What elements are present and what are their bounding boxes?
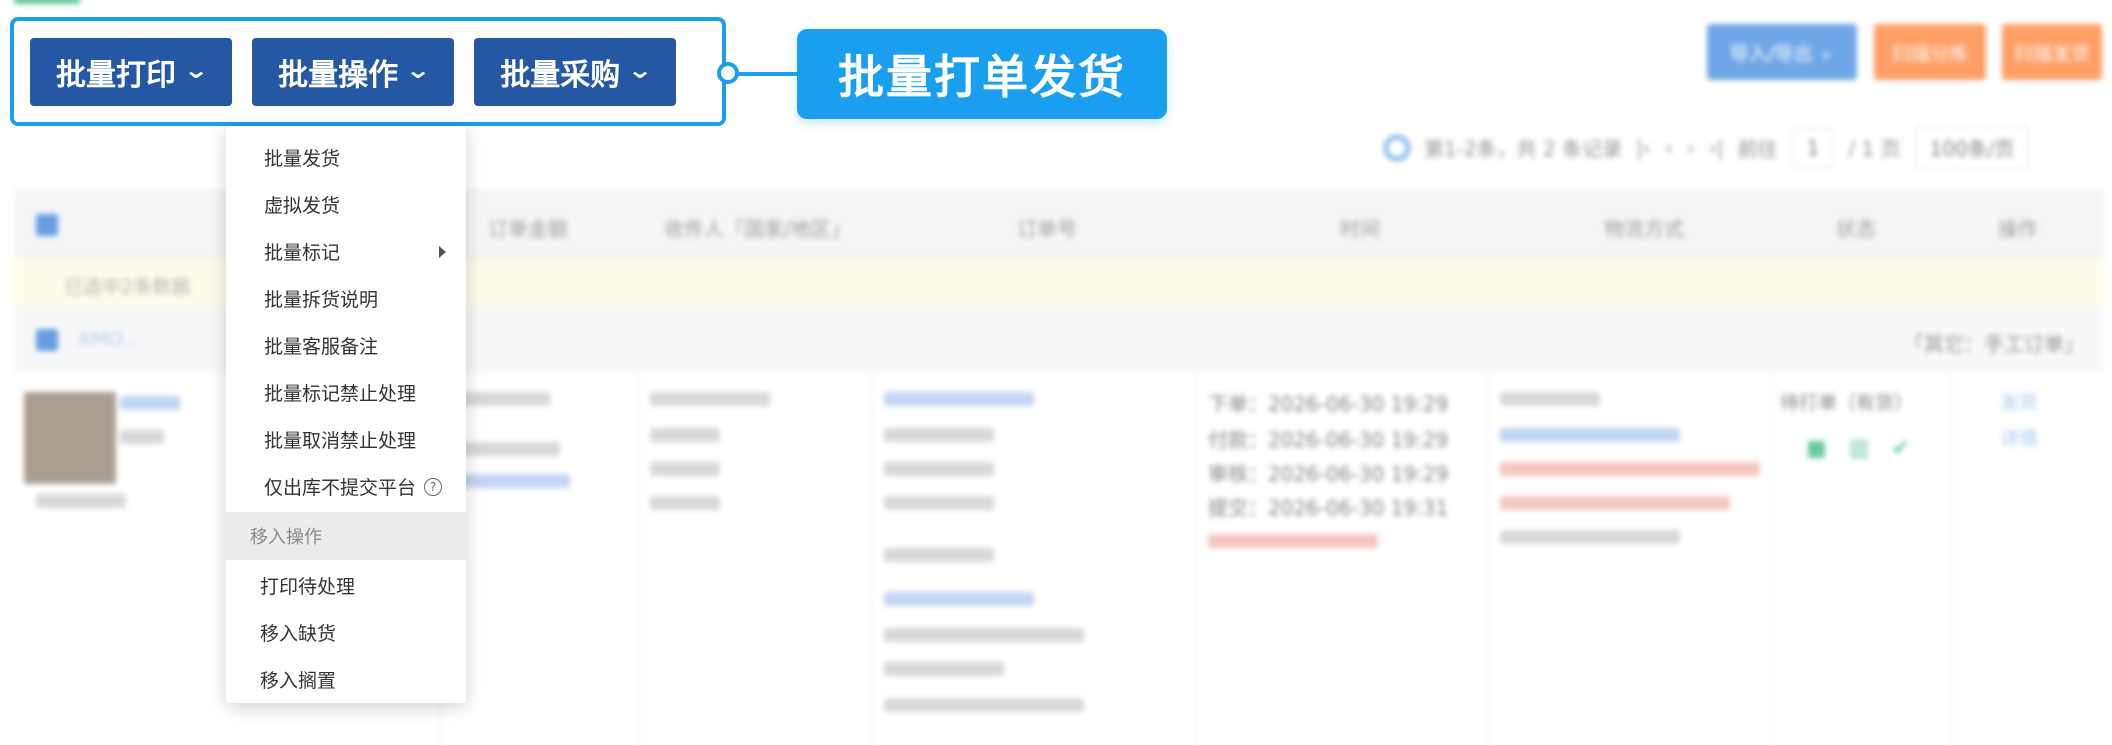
prev-page-icon[interactable]: ‹ [1665,136,1673,160]
last-page-icon[interactable]: ›| [1709,136,1724,160]
pager-summary: 第1-2条，共 2 条记录 [1424,137,1623,161]
batch-print-button[interactable]: 批量打印 ⌄ [30,37,233,106]
selection-notice-text: 已选中2条数据 [64,276,191,298]
batch-purchase-button[interactable]: 批量采购 ⌄ [474,37,677,106]
scan-ship-button[interactable]: 扫描发货 [2002,24,2102,80]
chevron-down-icon: ⌄ [182,55,210,84]
pay-time: 付款：2026-06-30 19:29 [1208,428,1449,452]
chevron-down-icon: ⌄ [405,55,432,84]
settings-gear-icon[interactable] [1384,134,1410,161]
menu-item-label: 批量标记 [264,242,341,264]
menu-item-label: 移入缺货 [260,623,337,645]
col-status: 状态 [1836,217,1876,241]
order-time: 下单：2026-06-30 19:29 [1208,392,1449,416]
batch-print-label: 批量打印 [56,57,176,93]
menu-item-label: 打印待处理 [260,576,356,598]
first-page-icon[interactable]: |‹ [1636,136,1651,160]
batch-ops-label: 批量操作 [278,57,399,93]
menu-item-move-shelve[interactable]: 移入搁置 [226,656,466,703]
batch-toolbar-highlight: 批量打印 ⌄ 批量操作 ⌄ 批量采购 ⌄ [10,17,726,126]
chevron-down-icon: ⌄ [627,55,654,84]
menu-item-label: 移入搁置 [260,670,337,692]
top-left-tab [14,0,80,4]
menu-item-batch-ship[interactable]: 批量发货 [226,134,466,181]
goto-label: 前往 [1737,137,1778,161]
help-icon[interactable]: ? [424,477,443,496]
page-total: / 1 页 [1848,137,1901,161]
row-checkbox[interactable] [36,329,58,351]
product-thumbnail[interactable] [24,392,116,484]
col-recipient: 收件人「国家/地区」 [664,217,851,241]
menu-item-virtual-ship[interactable]: 虚拟发货 [226,181,466,228]
menu-item-label: 批量取消禁止处理 [264,430,417,452]
next-page-icon[interactable]: › [1687,136,1695,160]
menu-item-cancel-forbid[interactable]: 批量取消禁止处理 [226,416,466,463]
col-logistics: 物流方式 [1604,217,1684,241]
menu-item-label: 批量客服备注 [264,336,379,358]
import-export-button[interactable]: 导入/导出 ⌄ [1707,24,1857,80]
submit-time: 提交：2026-06-30 19:31 [1208,496,1449,520]
col-amount: 订单金额 [488,217,568,241]
menu-item-outbound-only[interactable]: 仅出库不提交平台? [226,463,466,510]
menu-item-service-note[interactable]: 批量客服备注 [226,322,466,369]
ship-link[interactable]: 发货 [2000,388,2038,415]
scan-ship-label: 扫描发货 [2013,42,2090,65]
col-time: 时间 [1340,217,1380,241]
col-order-no: 订单号 [1017,217,1077,241]
order-status: 待打单（有货） [1780,392,1914,414]
caret-right-icon [439,246,446,258]
menu-item-label: 批量发货 [264,148,341,170]
status-icons: ■▥✔ [1806,436,1933,461]
menu-item-label: 虚拟发货 [264,195,341,217]
menu-item-move-stockout[interactable]: 移入缺货 [226,609,466,656]
import-export-label: 导入/导出 [1729,42,1813,65]
detail-link[interactable]: 详情 [2000,424,2038,451]
menu-item-mark-forbid[interactable]: 批量标记禁止处理 [226,369,466,416]
menu-item-label: 批量标记禁止处理 [264,383,417,405]
batch-purchase-label: 批量采购 [500,57,621,93]
callout-label: 批量打单发货 [797,29,1167,119]
pagination: 第1-2条，共 2 条记录 |‹ ‹ › ›| 前往 1 / 1 页 100条/… [1384,126,2030,169]
page-size-select[interactable]: 100条/页 [1914,126,2030,169]
scan-sort-button[interactable]: 扫描分拣 [1874,24,1986,80]
batch-ops-dropdown: 批量发货 虚拟发货 批量标记 批量拆货说明 批量客服备注 批量标记禁止处理 批量… [226,126,466,703]
menu-group-move: 移入操作 [226,512,466,560]
batch-ops-button[interactable]: 批量操作 ⌄ [252,37,455,106]
page-input[interactable]: 1 [1791,128,1835,167]
audit-time: 审核：2026-06-30 19:29 [1208,462,1449,486]
menu-item-split-note[interactable]: 批量拆货说明 [226,275,466,322]
group-tag: 「其它：手工订单」 [1904,332,2084,356]
select-all-checkbox[interactable] [36,214,58,236]
connector-dot [717,62,739,84]
scan-sort-label: 扫描分拣 [1891,42,1968,65]
menu-item-batch-mark[interactable]: 批量标记 [226,228,466,275]
col-ops: 操作 [1998,217,2038,241]
menu-item-print-pending[interactable]: 打印待处理 [226,562,466,609]
group-order-id[interactable]: XMO... [78,328,140,350]
menu-item-label: 仅出库不提交平台 [264,477,417,499]
menu-item-label: 批量拆货说明 [264,289,379,311]
